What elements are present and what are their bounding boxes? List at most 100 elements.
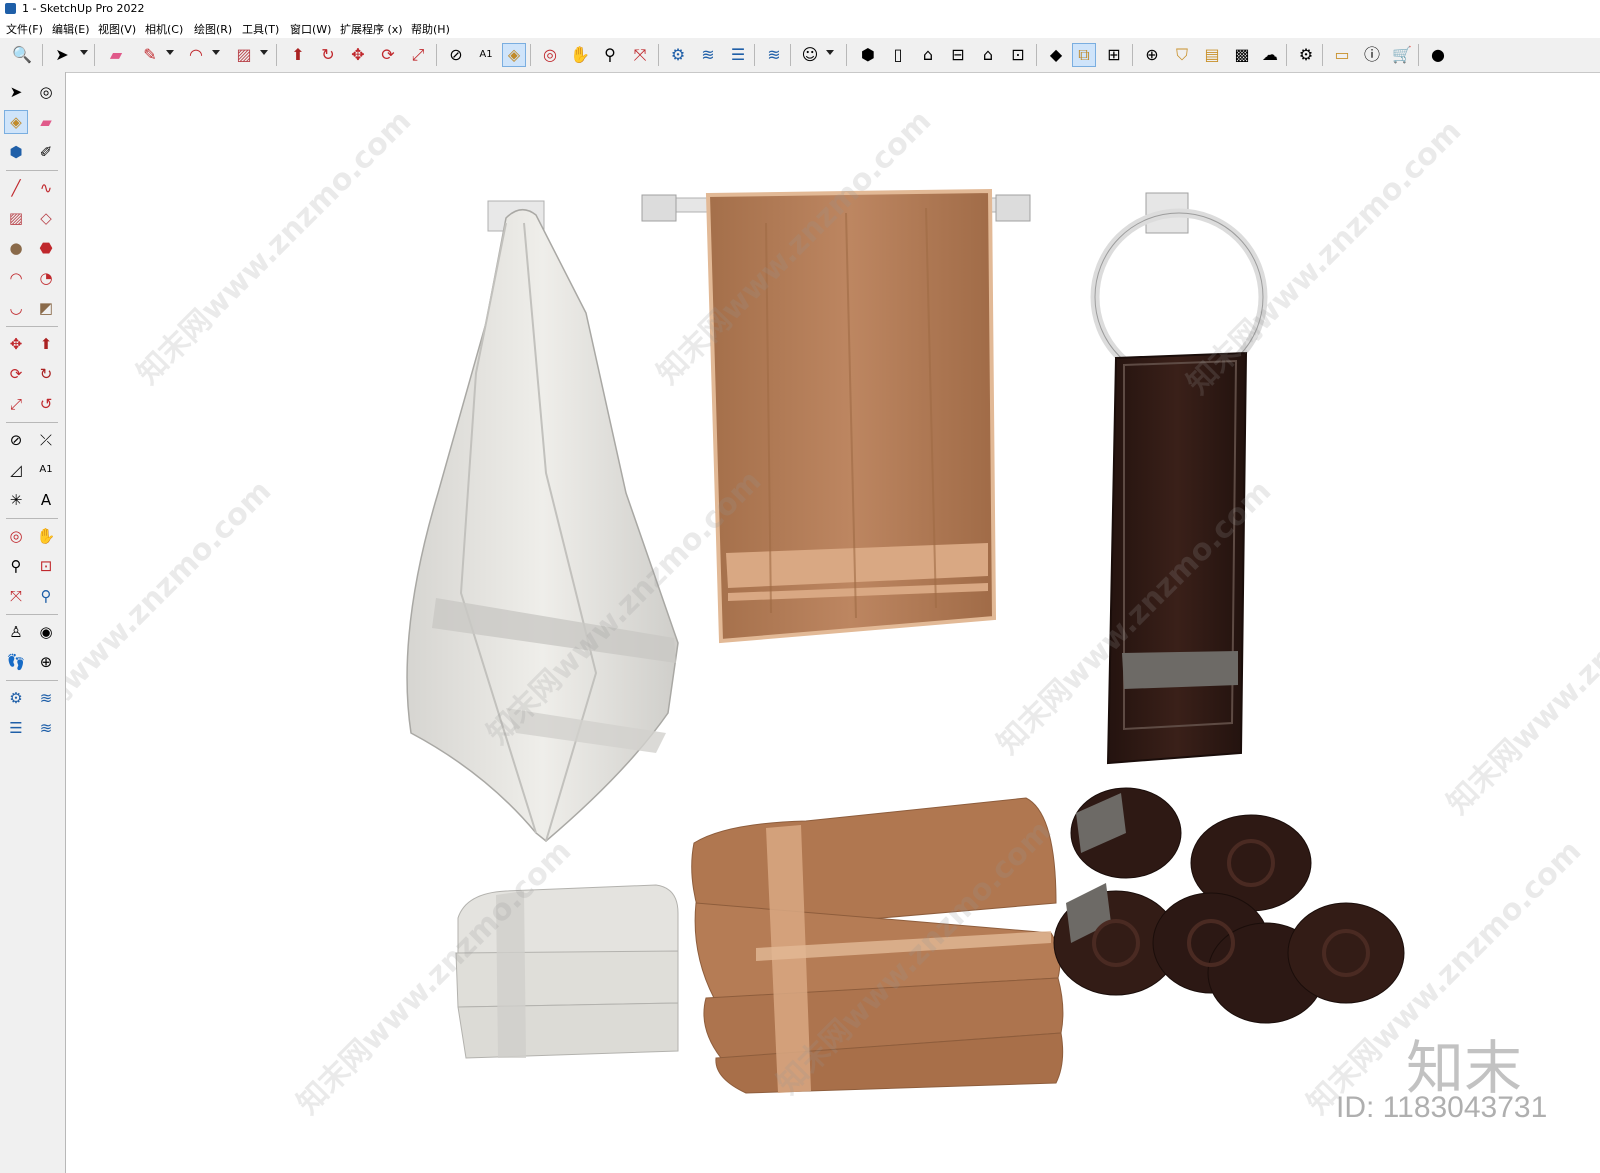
top-view-icon[interactable]: ⊟ (946, 43, 970, 67)
rotated-rectangle-icon[interactable]: ◇ (34, 206, 58, 230)
home-view-icon[interactable]: ⌂ (916, 43, 940, 67)
iso-view-icon[interactable]: ⬢ (856, 43, 880, 67)
back-view-icon[interactable]: ⊡ (1006, 43, 1030, 67)
pencil-dropdown-icon[interactable] (166, 50, 174, 55)
section-plane-icon[interactable]: ⊕ (34, 650, 58, 674)
paint-bucket-icon[interactable]: ◈ (4, 110, 28, 134)
message-icon[interactable]: ▭ (1330, 43, 1354, 67)
orbit-icon[interactable]: ◎ (538, 43, 562, 67)
pan-tool-icon[interactable]: ✋ (34, 524, 58, 548)
line-icon[interactable]: ╱ (4, 176, 28, 200)
push-pull-icon[interactable]: ⬆ (286, 43, 310, 67)
push-pull-icon[interactable]: ⬆ (34, 332, 58, 356)
offset-icon[interactable]: ↺ (34, 392, 58, 416)
rectangle-dropdown-icon[interactable] (260, 50, 268, 55)
cloud-upload-icon[interactable]: ☁ (1258, 43, 1282, 67)
eyedropper-icon[interactable]: ✐ (34, 140, 58, 164)
orbit-tool-icon[interactable]: ◎ (4, 524, 28, 548)
model-viewport[interactable]: 知末网www.znzmo.com 知末网www.znzmo.com 知末网www… (66, 73, 1600, 1173)
warehouse-icon[interactable]: ⚙ (666, 43, 690, 67)
eraser-icon[interactable]: ▰ (34, 110, 58, 134)
menu-window[interactable]: 窗口(W) (290, 21, 331, 37)
user-icon[interactable]: ☺ (798, 43, 822, 67)
rotate-icon[interactable]: ⟳ (376, 43, 400, 67)
right-view-icon[interactable]: ⌂ (976, 43, 1000, 67)
select-dropdown-icon[interactable] (80, 50, 88, 55)
text-icon[interactable]: A1 (34, 458, 58, 482)
dimension-icon[interactable]: ⤫ (34, 428, 58, 452)
component-icon[interactable]: ⊞ (1102, 43, 1126, 67)
move-icon[interactable]: ✥ (4, 332, 28, 356)
front-view-icon[interactable]: ▯ (886, 43, 910, 67)
menu-view[interactable]: 视图(V) (98, 21, 136, 37)
text-icon[interactable]: A1 (474, 43, 498, 67)
arc-dropdown-icon[interactable] (212, 50, 220, 55)
sandbox-icon[interactable]: ≋ (762, 43, 786, 67)
menu-draw[interactable]: 绘图(R) (194, 21, 232, 37)
texture-icon[interactable]: ▤ (1200, 43, 1224, 67)
cart-icon[interactable]: 🛒 (1390, 43, 1414, 67)
add-icon[interactable]: ⊕ (1140, 43, 1164, 67)
extension-manager-icon[interactable]: ≋ (696, 43, 720, 67)
tape-measure-icon[interactable]: ⊘ (4, 428, 28, 452)
position-camera-icon[interactable]: ♙ (4, 620, 28, 644)
zoom-extents-icon[interactable]: ⤧ (4, 584, 28, 608)
zoom-tool-icon[interactable]: ⚲ (4, 554, 28, 578)
shield-icon[interactable]: ⛉ (1170, 43, 1194, 67)
paint-bucket-icon[interactable]: ◈ (502, 43, 526, 67)
user-dropdown-icon[interactable] (826, 50, 834, 55)
component-icon[interactable]: ⬢ (4, 140, 28, 164)
menu-file[interactable]: 文件(F) (6, 21, 43, 37)
hanging-white-towel[interactable] (406, 200, 679, 842)
rotate-icon[interactable]: ⟳ (4, 362, 28, 386)
polygon-icon[interactable]: ⬣ (34, 236, 58, 260)
protractor-icon[interactable]: ◿ (4, 458, 28, 482)
orbit-icon[interactable]: ◎ (34, 80, 58, 104)
three-point-arc-icon[interactable]: ◩ (34, 296, 58, 320)
scale-icon[interactable]: ⤢ (406, 43, 430, 67)
two-point-arc-icon[interactable]: ◡ (4, 296, 28, 320)
zoom-extents-icon[interactable]: ⤧ (628, 43, 652, 67)
brown-towel-on-bar[interactable] (641, 188, 1031, 644)
follow-me-icon[interactable]: ↻ (34, 362, 58, 386)
pencil-icon[interactable]: ✎ (138, 43, 162, 67)
pan-icon[interactable]: ✋ (568, 43, 592, 67)
select-icon[interactable]: ➤ (4, 80, 28, 104)
walk-icon[interactable]: 👣 (4, 650, 28, 674)
eraser-icon[interactable]: ▰ (104, 43, 128, 67)
settings-icon[interactable]: ⚙ (1294, 43, 1318, 67)
style-icon[interactable]: ◆ (1044, 43, 1068, 67)
arc-icon[interactable]: ◠ (184, 43, 208, 67)
circle-icon[interactable]: ● (4, 236, 28, 260)
extension-icon[interactable]: ≋ (34, 686, 58, 710)
rectangle-icon[interactable]: ▨ (232, 43, 256, 67)
menu-camera[interactable]: 相机(C) (145, 21, 183, 37)
section-icon[interactable]: ⧉ (1072, 43, 1096, 67)
menu-tools[interactable]: 工具(T) (242, 21, 279, 37)
zoom-window-icon[interactable]: ⊡ (34, 554, 58, 578)
pie-icon[interactable]: ◔ (34, 266, 58, 290)
menu-help[interactable]: 帮助(H) (411, 21, 450, 37)
axes-icon[interactable]: ✳ (4, 488, 28, 512)
freehand-icon[interactable]: ∿ (34, 176, 58, 200)
follow-me-icon[interactable]: ↻ (316, 43, 340, 67)
info-icon[interactable]: ⓘ (1360, 43, 1384, 67)
rolled-dark-towels[interactable] (1053, 787, 1405, 1024)
menu-extensions[interactable]: 扩展程序 (x) (340, 21, 403, 37)
checker-icon[interactable]: ▩ (1230, 43, 1254, 67)
3d-text-icon[interactable]: A (34, 488, 58, 512)
move-icon[interactable]: ✥ (346, 43, 370, 67)
scale-icon[interactable]: ⤢ (4, 392, 28, 416)
rectangle-icon[interactable]: ▨ (4, 206, 28, 230)
look-around-icon[interactable]: ◉ (34, 620, 58, 644)
select-icon[interactable]: ➤ (50, 43, 74, 67)
zoom-icon[interactable]: ⚲ (598, 43, 622, 67)
layers-icon[interactable]: ☰ (726, 43, 750, 67)
layers-icon[interactable]: ☰ (4, 716, 28, 740)
previous-view-icon[interactable]: ⚲ (34, 584, 58, 608)
tape-measure-icon[interactable]: ⊘ (444, 43, 468, 67)
warehouse-icon[interactable]: ⚙ (4, 686, 28, 710)
menu-edit[interactable]: 编辑(E) (52, 21, 90, 37)
account-icon[interactable]: ● (1426, 43, 1450, 67)
arc-icon[interactable]: ◠ (4, 266, 28, 290)
